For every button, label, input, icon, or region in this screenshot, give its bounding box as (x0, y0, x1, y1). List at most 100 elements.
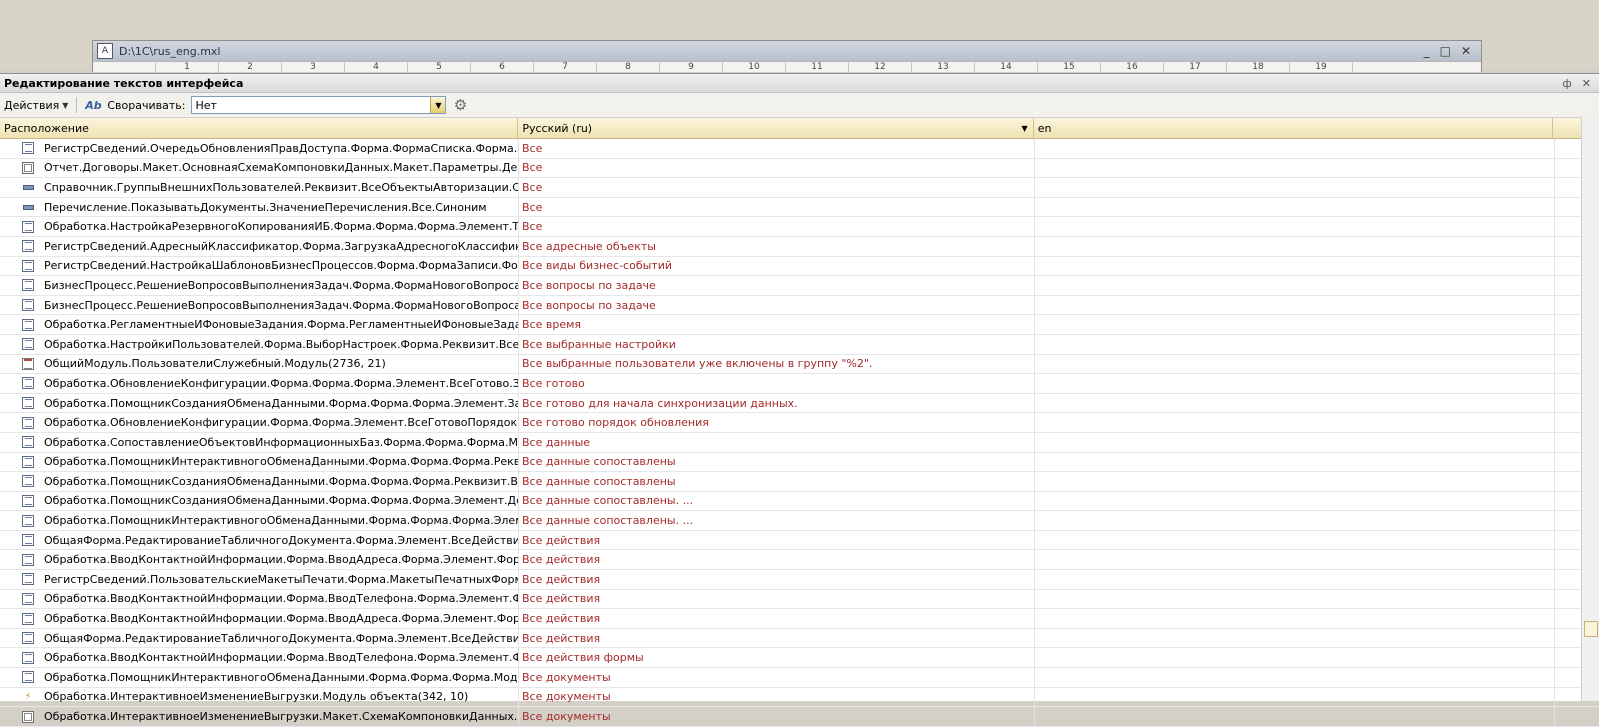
russian-text-cell[interactable]: Все готово порядок обновления (519, 413, 1035, 432)
location-cell[interactable]: РегистрСведений.АдресныйКлассификатор.Фо… (0, 236, 519, 256)
russian-text-cell[interactable]: Все действия (519, 570, 1035, 589)
location-cell[interactable]: ⚡ Обработка.ИнтерактивноеИзменениеВыгрузк… (0, 687, 519, 707)
russian-text-cell[interactable]: Все данные (519, 432, 1035, 452)
location-cell[interactable]: РегистрСведений.НастройкаШаблоновБизнесП… (0, 256, 519, 276)
table-row[interactable]: Обработка.ВводКонтактнойИнформации.Форма… (0, 609, 1599, 629)
column-header-english[interactable]: en (1034, 118, 1554, 138)
location-cell[interactable]: ОбщаяФорма.РедактированиеТабличногоДокум… (0, 628, 519, 648)
table-row[interactable]: Обработка.НастройкаРезервногоКопирования… (0, 217, 1599, 237)
russian-text-cell[interactable]: Все действия (519, 589, 1035, 609)
maximize-button[interactable]: □ (1440, 44, 1451, 58)
location-cell[interactable]: Обработка.ПомощникИнтерактивногоОбменаДа… (0, 668, 519, 687)
location-cell[interactable]: Обработка.ВводКонтактнойИнформации.Форма… (0, 550, 519, 570)
location-cell[interactable]: Перечисление.ПоказыватьДокументы.Значени… (0, 197, 519, 217)
english-text-cell[interactable] (1035, 374, 1555, 393)
location-cell[interactable]: Справочник.ГруппыВнешнихПользователей.Ре… (0, 178, 519, 197)
english-text-cell[interactable] (1035, 276, 1555, 295)
table-row[interactable]: ОбщаяФорма.РедактированиеТабличногоДокум… (0, 530, 1599, 551)
russian-text-cell[interactable]: Все адресные объекты (519, 236, 1035, 256)
location-cell[interactable]: Обработка.ПомощникИнтерактивногоОбменаДа… (0, 511, 519, 530)
table-row[interactable]: РегистрСведений.ОчередьОбновленияПравДос… (0, 139, 1599, 159)
location-cell[interactable]: Обработка.ВводКонтактнойИнформации.Форма… (0, 648, 519, 668)
location-cell[interactable]: Обработка.ИнтерактивноеИзменениеВыгрузки… (0, 707, 519, 726)
vertical-scrollbar[interactable] (1581, 116, 1599, 701)
russian-text-cell[interactable]: Все действия (519, 609, 1035, 628)
table-row[interactable]: Обработка.ПомощникСозданияОбменаДанными.… (0, 491, 1599, 512)
location-cell[interactable]: Обработка.НастройкиПользователей.Форма.В… (0, 334, 519, 354)
location-cell[interactable]: РегистрСведений.ОчередьОбновленияПравДос… (0, 139, 519, 158)
table-row[interactable]: ОбщаяФорма.РедактированиеТабличногоДокум… (0, 628, 1599, 649)
english-text-cell[interactable] (1035, 491, 1555, 511)
location-cell[interactable]: Обработка.ОбновлениеКонфигурации.Форма.Ф… (0, 374, 519, 393)
russian-text-cell[interactable]: Все документы (519, 707, 1035, 726)
english-text-cell[interactable] (1035, 609, 1555, 628)
table-row[interactable]: Обработка.ВводКонтактнойИнформации.Форма… (0, 648, 1599, 669)
table-row[interactable]: Обработка.ПомощникСозданияОбменаДанными.… (0, 393, 1599, 414)
russian-text-cell[interactable]: Все действия (519, 628, 1035, 648)
table-row[interactable]: Обработка.ОбновлениеКонфигурации.Форма.Ф… (0, 413, 1599, 433)
russian-text-cell[interactable]: Все данные сопоставлены (519, 452, 1035, 472)
english-text-cell[interactable] (1035, 413, 1555, 432)
english-text-cell[interactable] (1035, 354, 1555, 374)
english-text-cell[interactable] (1035, 687, 1555, 707)
table-row[interactable]: Отчет.Договоры.Макет.ОсновнаяСхемаКомпон… (0, 158, 1599, 179)
scrollbar-thumb[interactable] (1584, 621, 1598, 637)
english-text-cell[interactable] (1035, 158, 1555, 178)
table-row[interactable]: Обработка.ИнтерактивноеИзменениеВыгрузки… (0, 707, 1599, 727)
russian-text-cell[interactable]: Все выбранные настройки (519, 334, 1035, 354)
location-cell[interactable]: Обработка.СопоставлениеОбъектовИнформаци… (0, 432, 519, 452)
english-text-cell[interactable] (1035, 178, 1555, 197)
english-text-cell[interactable] (1035, 530, 1555, 550)
russian-text-cell[interactable]: Все вопросы по задаче (519, 276, 1035, 295)
table-row[interactable]: Обработка.ПомощникИнтерактивногоОбменаДа… (0, 668, 1599, 688)
russian-text-cell[interactable]: Все (519, 197, 1035, 217)
location-cell[interactable]: Отчет.Договоры.Макет.ОсновнаяСхемаКомпон… (0, 158, 519, 178)
settings-gear-icon[interactable]: ⚙ (452, 96, 468, 114)
russian-text-cell[interactable]: Все виды бизнес-событий (519, 256, 1035, 276)
english-text-cell[interactable] (1035, 256, 1555, 276)
english-text-cell[interactable] (1035, 334, 1555, 354)
russian-text-cell[interactable]: Все действия (519, 530, 1035, 550)
table-row[interactable]: Обработка.ПомощникСозданияОбменаДанными.… (0, 472, 1599, 492)
english-text-cell[interactable] (1035, 139, 1555, 158)
column-header-location[interactable]: Расположение (0, 118, 519, 138)
location-cell[interactable]: Обработка.ПомощникСозданияОбменаДанными.… (0, 491, 519, 511)
panel-close-icon[interactable]: ✕ (1582, 77, 1591, 90)
english-text-cell[interactable] (1035, 393, 1555, 413)
location-cell[interactable]: Обработка.ПомощникСозданияОбменаДанными.… (0, 393, 519, 413)
russian-text-cell[interactable]: Все данные сопоставлены. ... (519, 511, 1035, 530)
russian-text-cell[interactable]: Все готово для начала синхронизации данн… (519, 393, 1035, 413)
russian-text-cell[interactable]: Все данные сопоставлены (519, 472, 1035, 491)
location-cell[interactable]: Обработка.ПомощникИнтерактивногоОбменаДа… (0, 452, 519, 472)
table-row[interactable]: Обработка.ПомощникИнтерактивногоОбменаДа… (0, 511, 1599, 531)
russian-text-cell[interactable]: Все готово (519, 374, 1035, 393)
english-text-cell[interactable] (1035, 570, 1555, 589)
russian-text-cell[interactable]: Все (519, 139, 1035, 158)
russian-text-cell[interactable]: Все вопросы по задаче (519, 295, 1035, 315)
table-row[interactable]: Обработка.РегламентныеИФоновыеЗадания.Фо… (0, 315, 1599, 335)
english-text-cell[interactable] (1035, 668, 1555, 687)
english-text-cell[interactable] (1035, 648, 1555, 668)
background-spreadsheet-window[interactable]: A D:\1C\rus_eng.mxl _ □ ✕ 1 2 3 4 5 6 7 8 9 10 11 1… (92, 40, 1482, 72)
table-row[interactable]: БизнесПроцесс.РешениеВопросовВыполненияЗ… (0, 295, 1599, 316)
russian-text-cell[interactable]: Все выбранные пользователи уже включены … (519, 354, 1035, 374)
table-row[interactable]: Обработка.НастройкиПользователей.Форма.В… (0, 334, 1599, 355)
english-text-cell[interactable] (1035, 295, 1555, 315)
english-text-cell[interactable] (1035, 707, 1555, 726)
location-cell[interactable]: ОбщийМодуль.ПользователиСлужебный.Модуль… (0, 354, 519, 374)
english-text-cell[interactable] (1035, 550, 1555, 570)
table-row[interactable]: Справочник.ГруппыВнешнихПользователей.Ре… (0, 178, 1599, 198)
table-row[interactable]: Обработка.СопоставлениеОбъектовИнформаци… (0, 432, 1599, 453)
english-text-cell[interactable] (1035, 511, 1555, 530)
find-replace-icon[interactable]: Ab (85, 97, 101, 113)
location-cell[interactable]: Обработка.ВводКонтактнойИнформации.Форма… (0, 589, 519, 609)
russian-text-cell[interactable]: Все документы (519, 668, 1035, 687)
location-cell[interactable]: Обработка.НастройкаРезервногоКопирования… (0, 217, 519, 236)
location-cell[interactable]: Обработка.ОбновлениеКонфигурации.Форма.Ф… (0, 413, 519, 432)
table-row[interactable]: РегистрСведений.АдресныйКлассификатор.Фо… (0, 236, 1599, 257)
location-cell[interactable]: РегистрСведений.ПользовательскиеМакетыПе… (0, 570, 519, 589)
location-cell[interactable]: Обработка.ПомощникСозданияОбменаДанными.… (0, 472, 519, 491)
russian-text-cell[interactable]: Все действия (519, 550, 1035, 570)
column-header-russian[interactable]: Русский (ru) ▼ (518, 118, 1034, 138)
minimize-button[interactable]: _ (1424, 44, 1430, 58)
